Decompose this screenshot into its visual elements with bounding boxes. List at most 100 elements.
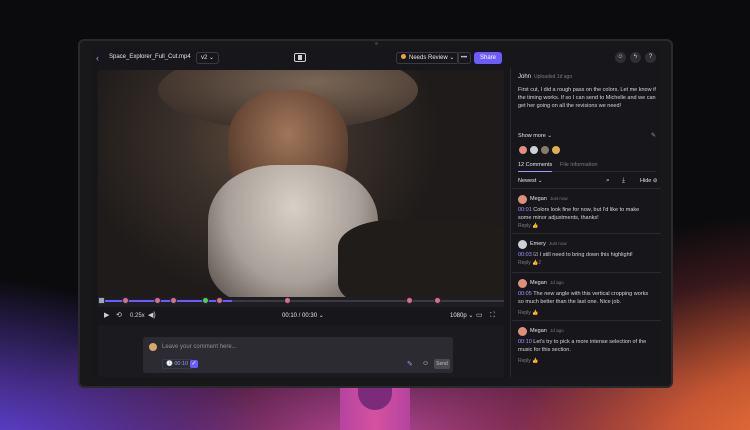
comment-body: Let's try to pick a more intense selecti… <box>518 339 647 353</box>
panel-tabs: 12 Comments File information <box>518 160 656 172</box>
comment-text: 00:05 The new angle with this vertical c… <box>518 290 654 306</box>
comment-timestamp[interactable]: 00:03 <box>518 252 532 258</box>
timeline-marker[interactable] <box>216 297 223 304</box>
download-icon[interactable]: ⤓ <box>622 177 625 185</box>
timeline-marker[interactable] <box>202 297 209 304</box>
share-button[interactable]: Share <box>474 52 502 64</box>
comment-timestamp[interactable]: 00:01 <box>518 207 532 213</box>
lightning-icon[interactable]: ϟ <box>630 52 641 63</box>
comment-body: ☑ I still need to bring down this highli… <box>531 252 633 258</box>
comment-author: Megan 1d ago <box>530 280 564 286</box>
hide-toggle[interactable]: Hide ⊘ <box>640 178 657 184</box>
play-icon[interactable]: ▶ <box>104 312 109 320</box>
comment-text: 00:03 ☑ I still need to bring down this … <box>518 251 654 259</box>
reply-button[interactable]: Reply <box>518 260 531 266</box>
more-options-button[interactable]: ••• <box>457 52 471 64</box>
checkbox-icon[interactable]: ✓ <box>190 360 198 368</box>
comments-panel: John Uploaded 1d ago First cut, I did a r… <box>512 68 661 377</box>
stand-cutout <box>358 386 392 410</box>
comment-text: 00:10 Let's try to pick a more intense s… <box>518 338 654 354</box>
like-icon[interactable]: 👍 <box>532 358 538 364</box>
uploader-info: John Uploaded 1d ago <box>518 74 572 80</box>
edit-icon[interactable]: ✎ <box>651 132 656 139</box>
help-icon[interactable]: ? <box>645 52 656 63</box>
user-icon[interactable]: ☺ <box>615 52 626 63</box>
timeline-marker[interactable] <box>284 297 291 304</box>
like-icon[interactable]: 👍 <box>532 310 538 316</box>
video-frame[interactable] <box>98 70 504 297</box>
timeline-marker[interactable] <box>406 297 413 304</box>
comment-text: 00:01 Colors look fine for now, but I'd … <box>518 206 654 222</box>
timeline-marker[interactable] <box>170 297 177 304</box>
chevron-left-icon[interactable]: ‹ <box>96 53 106 63</box>
timeline-marker[interactable] <box>154 297 161 304</box>
top-toolbar: ‹ Space_Explorer_Full_Cut.mp4 v2 ⌄ Needs… <box>90 48 661 68</box>
avatar <box>518 145 528 155</box>
search-icon[interactable]: ⌕ <box>606 177 610 185</box>
avatar <box>540 145 550 155</box>
avatar <box>518 327 527 336</box>
status-dot-icon <box>401 54 406 59</box>
reply-button[interactable]: Reply <box>518 310 531 316</box>
tab-file-information[interactable]: File information <box>560 162 598 168</box>
comment-author-name: Emery <box>530 241 546 247</box>
comment-time: Just now <box>548 241 567 246</box>
timeline-marker[interactable] <box>122 297 129 304</box>
avatar <box>551 145 561 155</box>
view-mode-icon[interactable] <box>294 53 306 62</box>
app-window: ‹ Space_Explorer_Full_Cut.mp4 v2 ⌄ Needs… <box>90 48 661 377</box>
loop-icon[interactable]: ⟲ <box>116 312 122 320</box>
volume-icon[interactable]: ◀) <box>148 312 156 320</box>
speed-label[interactable]: 0.25x <box>130 312 145 320</box>
webcam <box>375 42 378 45</box>
panel-divider <box>510 68 511 377</box>
video-coat <box>338 220 504 297</box>
reply-row: Reply 👍2 <box>518 260 541 266</box>
comment-item[interactable]: Megan Just now 00:01 Colors look fine for… <box>512 188 661 233</box>
time-readout[interactable]: 00:10 / 00:30 ⌄ <box>282 312 324 319</box>
comment-body: The new angle with this vertical croppin… <box>518 291 649 305</box>
sort-dropdown[interactable]: Newest ⌄ <box>518 178 542 184</box>
comment-author: Megan 1d ago <box>530 328 564 334</box>
comment-author-name: Megan <box>530 280 547 286</box>
comment-time: 1d ago <box>549 280 564 285</box>
fullscreen-icon[interactable]: ⛶ <box>490 312 495 320</box>
comment-time: 1d ago <box>549 328 564 333</box>
avatar <box>518 240 527 249</box>
hide-label: Hide <box>640 178 652 184</box>
comment-item[interactable]: Megan 1d ago 00:10 Let's try to pick a mo… <box>512 320 661 377</box>
monitor-stand <box>340 386 410 430</box>
show-more-link[interactable]: Show more ⌄ <box>518 133 552 139</box>
reply-row: Reply 👍 <box>518 358 538 364</box>
timestamp-toggle[interactable]: 🕓 00:10 <box>162 359 193 369</box>
comment-item[interactable]: Emery Just now 00:03 ☑ I still need to br… <box>512 233 661 272</box>
comment-item[interactable]: Megan 1d ago 00:05 The new angle with thi… <box>512 272 661 320</box>
avatar <box>149 343 157 351</box>
resolution-dropdown[interactable]: 1080p ⌄ <box>450 312 473 319</box>
comment-timestamp[interactable]: 00:10 <box>518 339 532 345</box>
timeline-progress <box>98 300 232 302</box>
send-button[interactable]: Send <box>434 359 450 369</box>
reply-button[interactable]: Reply <box>518 223 531 229</box>
timeline-marker[interactable] <box>434 297 441 304</box>
like-count: 2 <box>538 260 542 266</box>
like-icon[interactable]: 👍 <box>532 223 538 229</box>
pip-icon[interactable]: ▭ <box>476 312 483 320</box>
timeline-marker[interactable] <box>98 297 105 304</box>
timeline-scrubber[interactable] <box>98 297 504 307</box>
comment-input[interactable]: Leave your comment here... <box>162 344 237 350</box>
comment-composer[interactable]: Leave your comment here... 🕓 00:10 ✓ ✎ ☺… <box>143 337 453 373</box>
player-controls: ▶ ⟲ 0.25x ◀) 00:10 / 00:30 ⌄ 1080p ⌄ ▭ ⛶ <box>98 307 504 325</box>
status-dropdown[interactable]: Needs Review ⌄ <box>396 52 460 64</box>
file-name: Space_Explorer_Full_Cut.mp4 <box>109 54 191 60</box>
tab-comments[interactable]: 12 Comments <box>518 162 553 172</box>
comment-timestamp[interactable]: 00:05 <box>518 291 532 297</box>
reply-button[interactable]: Reply <box>518 358 531 364</box>
emoji-icon[interactable]: ☺ <box>422 360 429 367</box>
comment-body: Colors look fine for now, but I'd like t… <box>518 207 640 221</box>
avatar <box>518 279 527 288</box>
draw-icon[interactable]: ✎ <box>407 360 413 368</box>
comment-author-name: Megan <box>530 328 547 334</box>
monitor: ‹ Space_Explorer_Full_Cut.mp4 v2 ⌄ Needs… <box>78 39 673 388</box>
version-dropdown[interactable]: v2 ⌄ <box>196 52 220 64</box>
